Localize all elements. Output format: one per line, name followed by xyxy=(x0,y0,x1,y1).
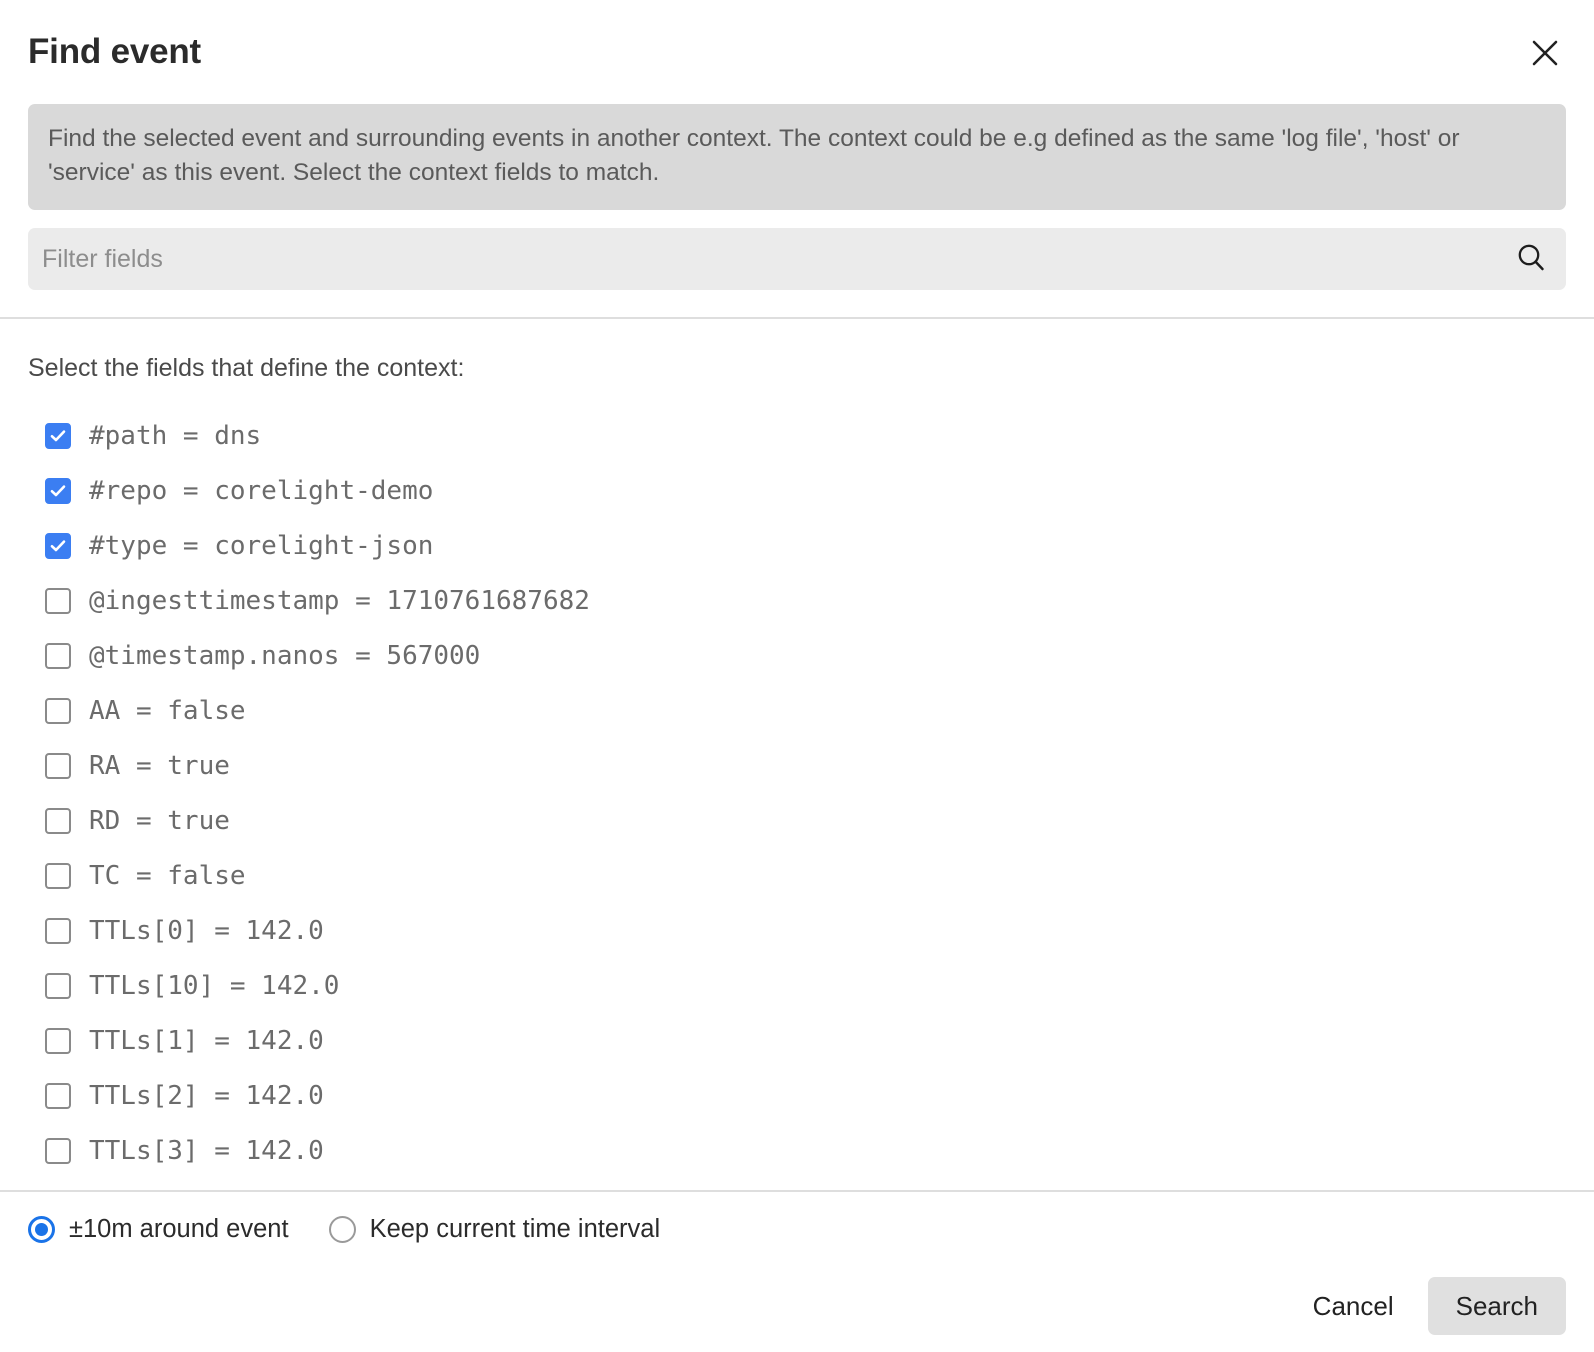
checkbox-checked-icon[interactable] xyxy=(45,478,71,504)
field-list-item-label: AA = false xyxy=(89,696,246,726)
close-icon xyxy=(1530,38,1560,68)
field-list-item-label: TTLs[2] = 142.0 xyxy=(89,1081,324,1111)
field-list-item-label: TTLs[0] = 142.0 xyxy=(89,916,324,946)
cancel-button[interactable]: Cancel xyxy=(1285,1277,1422,1335)
checkbox-checked-icon[interactable] xyxy=(45,423,71,449)
find-event-dialog: Find event Find the selected event and s… xyxy=(0,0,1594,1352)
field-list-item[interactable]: TC = false xyxy=(28,848,1566,903)
time-option-label: Keep current time interval xyxy=(370,1215,661,1244)
field-list-item-label: TTLs[1] = 142.0 xyxy=(89,1026,324,1056)
field-list-item-label: RD = true xyxy=(89,806,230,836)
fields-section-label: Select the fields that define the contex… xyxy=(28,352,1566,384)
field-list-item-label: #type = corelight-json xyxy=(89,531,433,561)
time-option-1[interactable]: Keep current time interval xyxy=(329,1215,661,1244)
radio-unselected-icon[interactable] xyxy=(329,1216,356,1243)
field-list-item[interactable]: TTLs[10] = 142.0 xyxy=(28,958,1566,1013)
checkbox-unchecked-icon[interactable] xyxy=(45,753,71,779)
field-list-item-label: @timestamp.nanos = 567000 xyxy=(89,641,480,671)
field-list-item[interactable]: #type = corelight-json xyxy=(28,518,1566,573)
field-list-item-label: TC = false xyxy=(89,861,246,891)
field-list-item[interactable]: TTLs[2] = 142.0 xyxy=(28,1068,1566,1123)
field-list-item[interactable]: @timestamp.nanos = 567000 xyxy=(28,628,1566,683)
checkbox-unchecked-icon[interactable] xyxy=(45,1083,71,1109)
dialog-actions: Cancel Search xyxy=(28,1266,1566,1352)
field-list-item[interactable]: TTLs[3] = 142.0 xyxy=(28,1123,1566,1178)
field-list-item-label: RA = true xyxy=(89,751,230,781)
checkbox-unchecked-icon[interactable] xyxy=(45,1138,71,1164)
search-button[interactable] xyxy=(1510,238,1552,280)
dialog-footer: ±10m around event Keep current time inter… xyxy=(0,1190,1594,1352)
fields-section: Select the fields that define the contex… xyxy=(0,319,1594,1190)
field-list: #path = dns #repo = corelight-demo #type =… xyxy=(28,408,1566,1178)
search-input[interactable] xyxy=(28,228,1566,290)
checkbox-unchecked-icon[interactable] xyxy=(45,808,71,834)
field-list-item[interactable]: TTLs[0] = 142.0 xyxy=(28,903,1566,958)
field-list-item[interactable]: @ingesttimestamp = 1710761687682 xyxy=(28,573,1566,628)
time-option-0[interactable]: ±10m around event xyxy=(28,1215,289,1244)
field-list-item[interactable]: #repo = corelight-demo xyxy=(28,463,1566,518)
checkbox-unchecked-icon[interactable] xyxy=(45,643,71,669)
field-list-item[interactable]: RD = true xyxy=(28,793,1566,848)
close-button[interactable] xyxy=(1522,30,1568,76)
field-list-item[interactable]: #path = dns xyxy=(28,408,1566,463)
field-list-item[interactable]: AA = false xyxy=(28,683,1566,738)
checkbox-unchecked-icon[interactable] xyxy=(45,1028,71,1054)
search-submit-button[interactable]: Search xyxy=(1428,1277,1566,1335)
radio-selected-icon[interactable] xyxy=(28,1216,55,1243)
checkbox-unchecked-icon[interactable] xyxy=(45,863,71,889)
checkbox-unchecked-icon[interactable] xyxy=(45,698,71,724)
field-list-item-label: #repo = corelight-demo xyxy=(89,476,433,506)
checkbox-checked-icon[interactable] xyxy=(45,533,71,559)
filter-field[interactable] xyxy=(28,228,1566,290)
field-list-item-label: TTLs[10] = 142.0 xyxy=(89,971,339,1001)
dialog-header: Find event xyxy=(0,0,1594,104)
time-option-label: ±10m around event xyxy=(69,1215,289,1244)
filter-wrapper xyxy=(0,210,1594,290)
description-wrapper: Find the selected event and surrounding … xyxy=(0,104,1594,210)
checkbox-unchecked-icon[interactable] xyxy=(45,973,71,999)
dialog-description: Find the selected event and surrounding … xyxy=(28,104,1566,210)
checkbox-unchecked-icon[interactable] xyxy=(45,588,71,614)
field-list-item-label: #path = dns xyxy=(89,421,261,451)
radio-dot xyxy=(35,1223,48,1236)
time-interval-options: ±10m around event Keep current time inter… xyxy=(28,1192,1566,1266)
field-list-item-label: @ingesttimestamp = 1710761687682 xyxy=(89,586,590,616)
field-list-item-label: TTLs[3] = 142.0 xyxy=(89,1136,324,1166)
page-title: Find event xyxy=(28,30,201,74)
field-list-item[interactable]: TTLs[1] = 142.0 xyxy=(28,1013,1566,1068)
checkbox-unchecked-icon[interactable] xyxy=(45,918,71,944)
search-icon xyxy=(1514,241,1548,278)
field-list-item[interactable]: RA = true xyxy=(28,738,1566,793)
